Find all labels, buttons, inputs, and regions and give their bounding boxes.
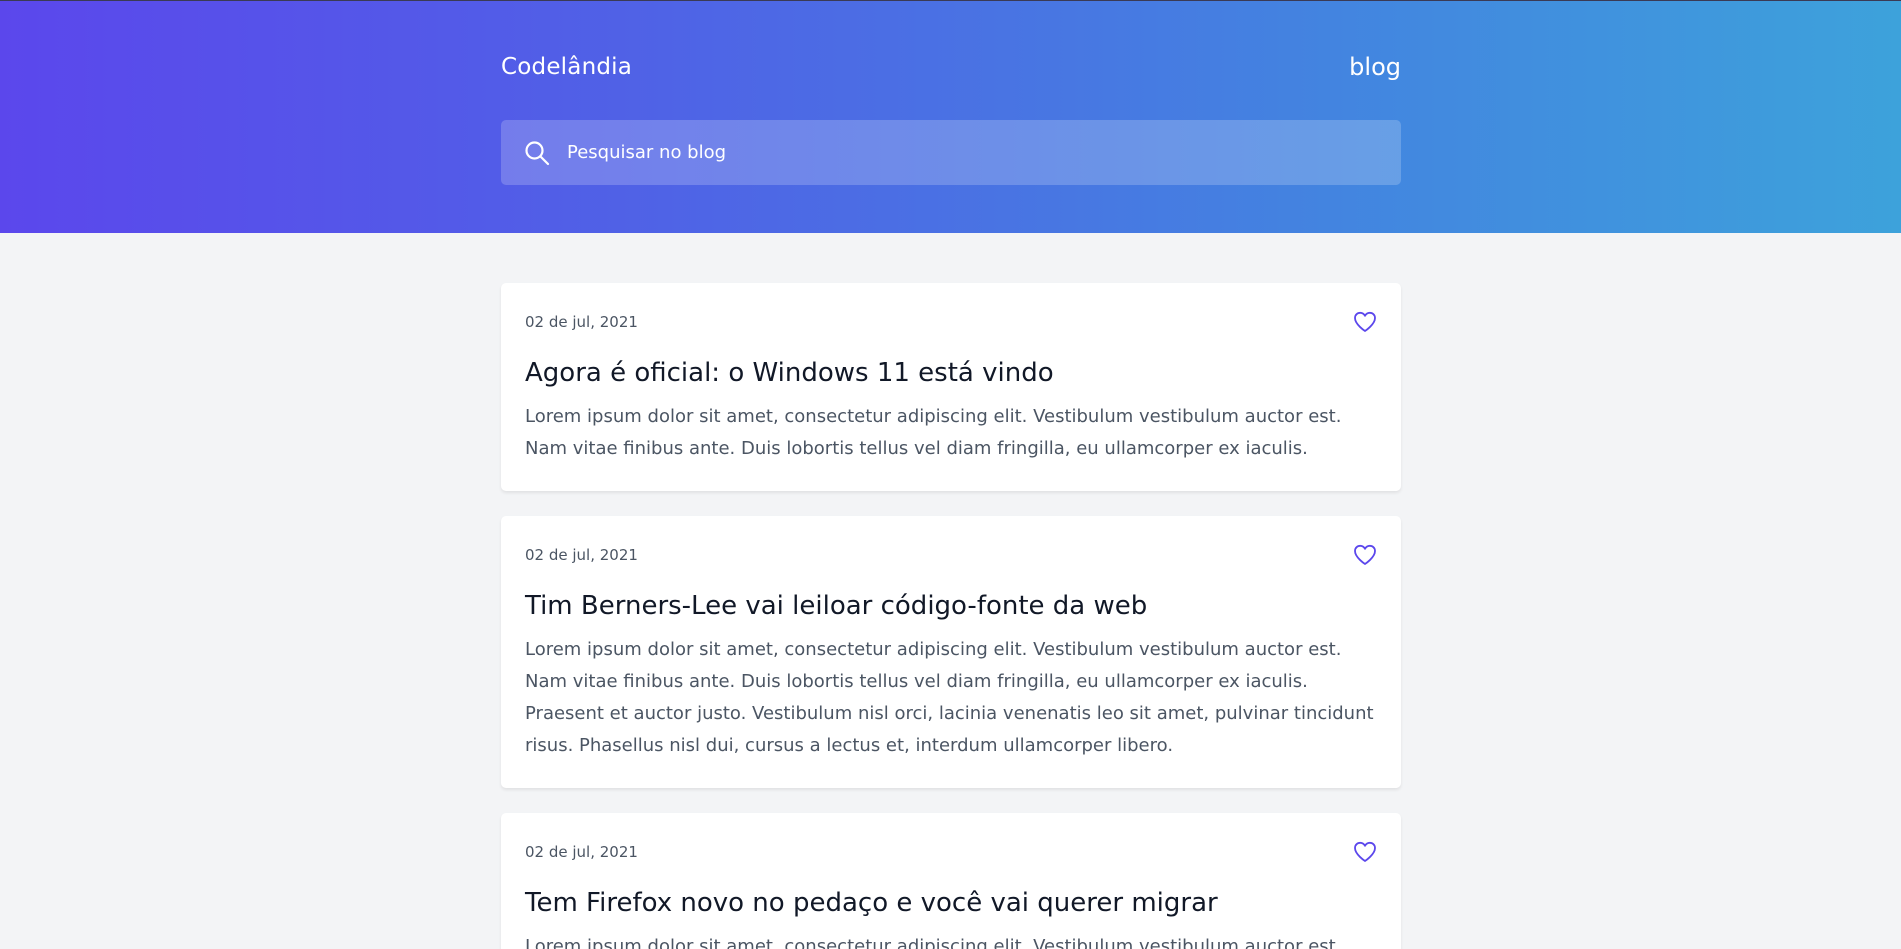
heart-icon[interactable] [1353,544,1377,566]
search-bar[interactable] [501,120,1401,185]
post-date: 02 de jul, 2021 [525,546,638,564]
post-excerpt: Lorem ipsum dolor sit amet, consectetur … [525,639,1374,756]
post-title[interactable]: Agora é oficial: o Windows 11 está vindo [525,357,1377,389]
post-card[interactable]: 02 de jul, 2021 Tim Berners-Lee vai leil… [501,516,1401,788]
post-card-top: 02 de jul, 2021 [525,841,1377,863]
search-icon [523,139,551,167]
site-header: Codelândia blog [0,0,1901,233]
search-input[interactable] [565,132,1401,173]
post-list: 02 de jul, 2021 Agora é oficial: o Windo… [0,233,1901,949]
main-container: 02 de jul, 2021 Agora é oficial: o Windo… [501,283,1401,949]
top-bar: Codelândia blog [501,1,1401,83]
brand-logo[interactable]: Codelândia [501,54,632,80]
post-date: 02 de jul, 2021 [525,313,638,331]
heart-icon[interactable] [1353,841,1377,863]
post-card[interactable]: 02 de jul, 2021 Agora é oficial: o Windo… [501,283,1401,491]
post-card-top: 02 de jul, 2021 [525,544,1377,566]
post-card[interactable]: 02 de jul, 2021 Tem Firefox novo no peda… [501,813,1401,949]
post-excerpt: Lorem ipsum dolor sit amet, consectetur … [525,936,1342,949]
nav-link-blog[interactable]: blog [1349,53,1401,81]
post-excerpt: Lorem ipsum dolor sit amet, consectetur … [525,406,1342,459]
post-card-top: 02 de jul, 2021 [525,311,1377,333]
post-date: 02 de jul, 2021 [525,843,638,861]
post-title[interactable]: Tim Berners-Lee vai leiloar código-fonte… [525,590,1377,622]
post-title[interactable]: Tem Firefox novo no pedaço e você vai qu… [525,887,1377,919]
heart-icon[interactable] [1353,311,1377,333]
header-container: Codelândia blog [501,1,1401,185]
